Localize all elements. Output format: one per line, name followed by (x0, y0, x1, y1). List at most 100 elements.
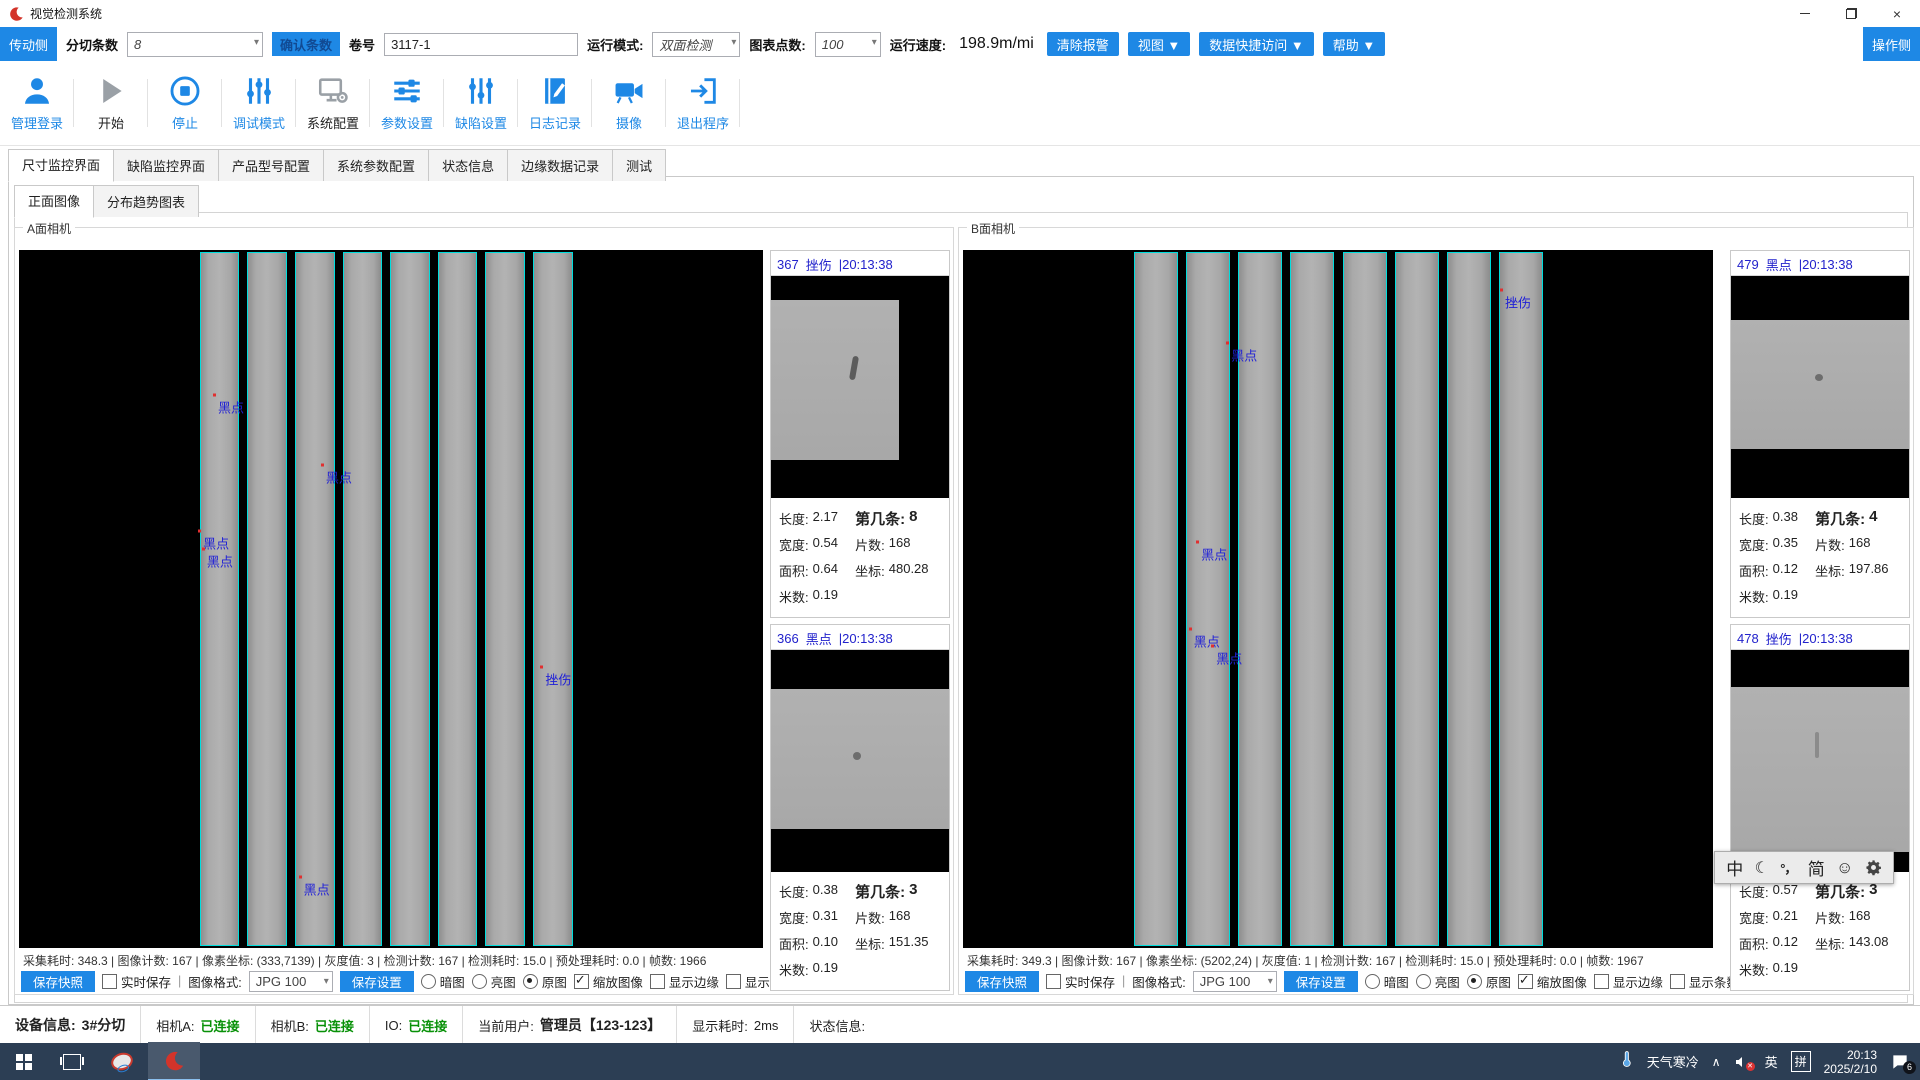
roll-number-input[interactable]: 3117-1 (384, 33, 578, 56)
action-system-config[interactable]: 系统配置 (296, 61, 370, 145)
image-format-label: 图像格式: (1132, 972, 1185, 991)
action-label: 系统配置 (307, 113, 359, 132)
original-image-radio[interactable]: 原图 (1467, 972, 1511, 991)
device-info: 设备信息:3#分切 (0, 1006, 141, 1044)
defect-card[interactable]: 478 挫伤 |20:13:38 长度:0.57第几条:3 宽度:0.21片数:… (1730, 624, 1910, 992)
save-settings-button[interactable]: 保存设置 (1284, 971, 1358, 992)
clear-alarm-button[interactable]: 清除报警 (1047, 32, 1119, 56)
panel-title: B面相机 (967, 220, 1019, 237)
image-format-select[interactable]: JPG 100▾ (249, 971, 333, 992)
chevron-down-icon: ▾ (1268, 976, 1273, 987)
moon-icon[interactable]: ☾ (1755, 858, 1769, 878)
image-format-select[interactable]: JPG 100▾ (1193, 971, 1277, 992)
camera-image[interactable]: 黑点黑点黑点黑点挫伤黑点 (19, 250, 763, 948)
main-tab-0[interactable]: 尺寸监控界面 (8, 149, 114, 182)
user-icon (20, 74, 54, 108)
confirm-count-button[interactable]: 确认条数 (272, 32, 340, 56)
restore-button[interactable] (1828, 0, 1874, 27)
bright-image-radio[interactable]: 亮图 (472, 972, 516, 991)
notification-center-icon[interactable]: 6 (1890, 1052, 1912, 1072)
task-view-button[interactable] (48, 1043, 96, 1080)
action-log[interactable]: 日志记录 (518, 61, 592, 145)
quick-access-menu-button[interactable]: 数据快捷访问 ▼ (1199, 32, 1313, 56)
volume-muted-icon[interactable]: ✕ (1734, 1054, 1752, 1070)
main-tab-5[interactable]: 边缘数据记录 (507, 149, 613, 181)
defect-thumbnail (771, 650, 949, 872)
camera-b-status: 相机B:已连接 (256, 1006, 370, 1044)
action-label: 调试模式 (233, 113, 285, 132)
taskbar-app-vision[interactable] (148, 1042, 200, 1080)
defect-card[interactable]: 366 黑点 |20:13:38 长度:0.38第几条:3 宽度:0.31片数:… (770, 624, 950, 992)
emoji-icon[interactable]: ☺ (1836, 858, 1853, 878)
main-tab-3[interactable]: 系统参数配置 (323, 149, 429, 181)
action-label: 摄像 (616, 113, 642, 132)
save-snapshot-button[interactable]: 保存快照 (965, 971, 1039, 992)
slit-count-label: 分切条数 (66, 35, 118, 54)
realtime-save-checkbox[interactable]: 实时保存 (1046, 972, 1115, 991)
action-param-settings[interactable]: 参数设置 (370, 61, 444, 145)
run-mode-select[interactable]: 双面检测▾ (652, 32, 740, 57)
action-debug-mode[interactable]: 调试模式 (222, 61, 296, 145)
realtime-save-checkbox[interactable]: 实时保存 (102, 972, 171, 991)
main-tab-2[interactable]: 产品型号配置 (218, 149, 324, 181)
chevron-down-icon: ▾ (872, 37, 877, 48)
drive-side-button[interactable]: 传动侧 (0, 27, 57, 61)
language-indicator[interactable]: 英 (1765, 1052, 1778, 1071)
defect-thumbnail (771, 276, 949, 498)
action-stop[interactable]: 停止 (148, 61, 222, 145)
slit-count-select[interactable]: 8▾ (127, 32, 263, 57)
chart-points-select[interactable]: 100▾ (815, 32, 881, 57)
tray-expand-chevron[interactable]: ∧ (1712, 1055, 1721, 1069)
operator-side-button[interactable]: 操作侧 (1863, 27, 1920, 61)
taskbar-clock[interactable]: 20:13 2025/2/10 (1824, 1048, 1877, 1076)
save-snapshot-button[interactable]: 保存快照 (21, 971, 95, 992)
start-button[interactable] (0, 1043, 48, 1080)
weather-text[interactable]: 天气寒冷 (1647, 1052, 1699, 1071)
action-defect-settings[interactable]: 缺陷设置 (444, 61, 518, 145)
vision-inspection-app: 视觉检测系统 × 传动侧 分切条数 8▾ 确认条数 卷号 3117-1 运行模式… (0, 0, 1920, 1080)
action-play[interactable]: 开始 (74, 61, 148, 145)
defect-thumbnail (1731, 276, 1909, 498)
simplified-chinese-icon[interactable]: 简 (1808, 855, 1825, 880)
defect-mark-label: 黑点 (1194, 631, 1220, 650)
sub-tab-1[interactable]: 分布趋势图表 (93, 185, 199, 217)
help-menu-button[interactable]: 帮助 ▼ (1323, 32, 1385, 56)
zoom-image-checkbox[interactable]: 缩放图像 (574, 972, 643, 991)
close-button[interactable]: × (1874, 0, 1920, 27)
action-label: 退出程序 (677, 113, 729, 132)
show-edge-checkbox[interactable]: 显示边缘 (650, 972, 719, 991)
defect-card[interactable]: 367 挫伤 |20:13:38 长度:2.17第几条:8 宽度:0.54片数:… (770, 250, 950, 618)
status-bar: 设备信息:3#分切 相机A:已连接 相机B:已连接 IO:已连接 当前用户:管理… (0, 1005, 1920, 1044)
main-tab-4[interactable]: 状态信息 (428, 149, 508, 181)
app-logo-icon (8, 6, 24, 22)
status-info: 状态信息: (794, 1006, 880, 1044)
action-camera[interactable]: 摄像 (592, 61, 666, 145)
punctuation-mode-icon[interactable]: °， (1780, 858, 1796, 877)
gear-icon[interactable] (1865, 859, 1882, 876)
dark-image-radio[interactable]: 暗图 (421, 972, 465, 991)
defect-card[interactable]: 479 黑点 |20:13:38 长度:0.38第几条:4 宽度:0.35片数:… (1730, 250, 1910, 618)
io-status: IO:已连接 (370, 1006, 463, 1044)
bright-image-radio[interactable]: 亮图 (1416, 972, 1460, 991)
defect-id: 367 (777, 257, 799, 272)
minimize-button[interactable] (1782, 0, 1828, 27)
camera-image[interactable]: 挫伤黑点黑点黑点黑点 (963, 250, 1713, 948)
sub-tab-0[interactable]: 正面图像 (14, 185, 94, 218)
original-image-radio[interactable]: 原图 (523, 972, 567, 991)
ime-indicator[interactable]: 拼 (1791, 1051, 1811, 1072)
show-edge-checkbox[interactable]: 显示边缘 (1594, 972, 1663, 991)
save-settings-button[interactable]: 保存设置 (340, 971, 414, 992)
system-config-icon (316, 74, 350, 108)
show-count-checkbox[interactable]: 显示条数 (1670, 972, 1739, 991)
ime-chinese-mode[interactable]: 中 (1726, 855, 1743, 880)
main-tab-1[interactable]: 缺陷监控界面 (113, 149, 219, 181)
action-user[interactable]: 管理登录 (0, 61, 74, 145)
view-menu-button[interactable]: 视图 ▼ (1128, 32, 1190, 56)
run-speed-label: 运行速度: (890, 35, 946, 54)
main-tab-6[interactable]: 测试 (612, 149, 666, 181)
defect-mark-label: 挫伤 (1505, 293, 1531, 312)
taskbar-app-snip[interactable] (96, 1043, 148, 1080)
dark-image-radio[interactable]: 暗图 (1365, 972, 1409, 991)
action-exit[interactable]: 退出程序 (666, 61, 740, 145)
zoom-image-checkbox[interactable]: 缩放图像 (1518, 972, 1587, 991)
